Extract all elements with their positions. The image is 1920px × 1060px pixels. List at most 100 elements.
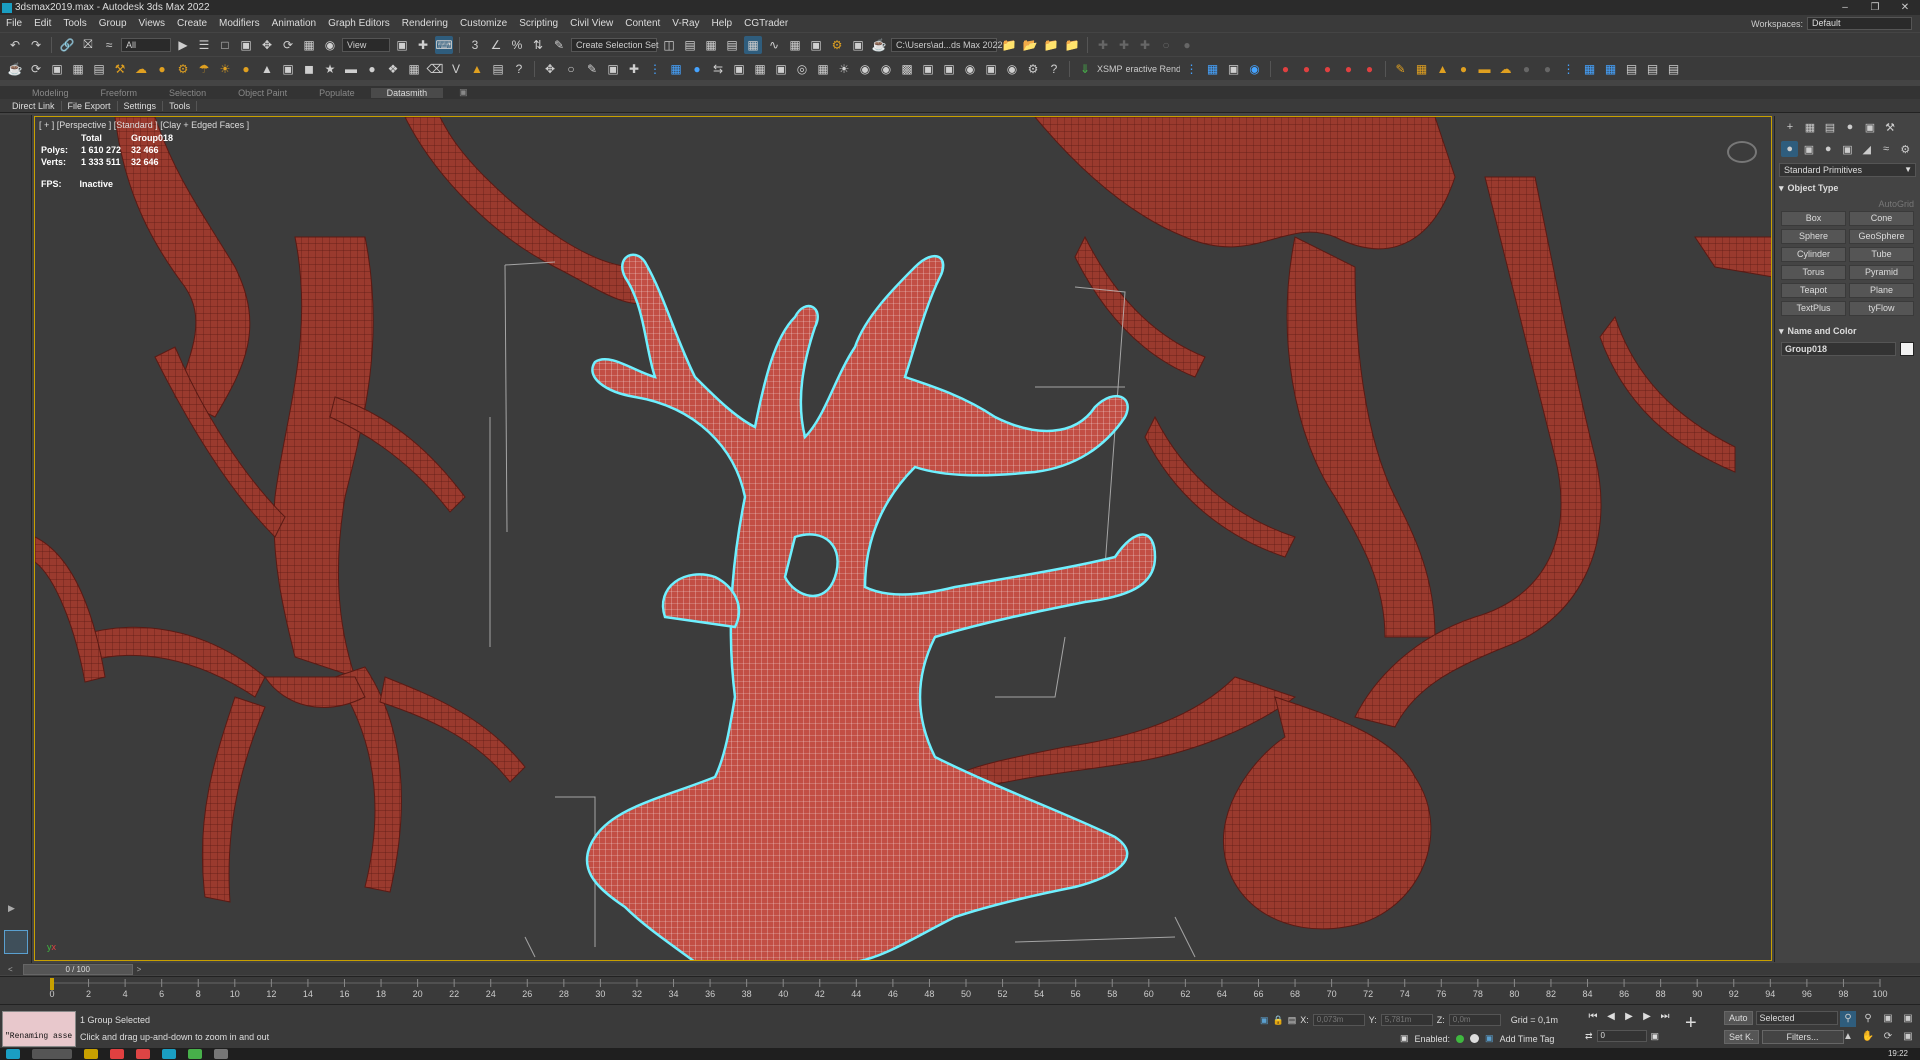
current-frame-marker[interactable] (50, 978, 54, 990)
app-icon[interactable] (214, 1049, 228, 1059)
sphere-button[interactable]: Sphere (1781, 229, 1846, 244)
viewcube-icon[interactable] (1727, 141, 1757, 163)
start-icon[interactable] (6, 1049, 20, 1059)
spacewarps-icon[interactable]: ≈ (1877, 141, 1894, 157)
plane-button[interactable]: Plane (1849, 283, 1914, 298)
bind-spacewarp-icon[interactable]: ≈ (100, 36, 118, 54)
minimize-icon[interactable]: – (1830, 0, 1860, 15)
select-manipulate-icon[interactable]: ✚ (414, 36, 432, 54)
record-icon[interactable]: ● (1277, 60, 1295, 78)
folder-add-icon[interactable]: 📁 (1063, 36, 1081, 54)
spinner-snap-icon[interactable]: ⇅ (529, 36, 547, 54)
teapot-button[interactable]: Teapot (1781, 283, 1846, 298)
geosphere-button[interactable]: GeoSphere (1849, 229, 1914, 244)
menu-animation[interactable]: Animation (266, 18, 322, 29)
ribbon-tab-object-paint[interactable]: Object Paint (222, 88, 303, 98)
isolate-icon[interactable]: ▣ (1260, 1015, 1269, 1026)
camera-icon[interactable]: ▣ (48, 60, 66, 78)
keyboard-shortcut-override-icon[interactable]: ⌨ (435, 35, 453, 54)
ribbon-tab-freeform[interactable]: Freeform (85, 88, 154, 98)
camera-view-icon[interactable]: ◎ (793, 60, 811, 78)
torus-button[interactable]: Torus (1781, 265, 1846, 280)
zoom-extents-icon[interactable]: ▣ (1880, 1011, 1896, 1027)
safe-frame-icon[interactable]: ▣ (940, 60, 958, 78)
name-color-rollout[interactable]: ▾ Name and Color (1779, 324, 1916, 338)
hammer-icon[interactable]: ⚒ (111, 60, 129, 78)
play-icon[interactable]: ▶ (1621, 1011, 1637, 1025)
tool-blue-icon[interactable]: ▦ (1602, 60, 1620, 78)
search-icon[interactable] (32, 1049, 72, 1059)
rendered-frame-window-icon[interactable]: ▣ (849, 36, 867, 54)
lock-icon[interactable]: 🔒 (1273, 1015, 1284, 1026)
slider-prev-icon[interactable]: < (8, 965, 13, 974)
menu-file[interactable]: File (0, 18, 28, 29)
select-object-icon[interactable]: ▶ (174, 36, 192, 54)
omni-light-icon[interactable]: ● (1455, 60, 1473, 78)
ribbon-options-icon[interactable]: ▣ (443, 87, 484, 98)
array-icon[interactable]: ▦ (667, 60, 685, 78)
vray-logo-icon[interactable]: V (447, 60, 465, 78)
light-bulb-icon[interactable]: ● (688, 60, 706, 78)
menu-tools[interactable]: Tools (57, 18, 92, 29)
forest-icon[interactable]: ▲ (468, 60, 486, 78)
record-icon[interactable]: ● (1361, 60, 1379, 78)
material-grid-icon[interactable]: ❖ (384, 60, 402, 78)
geometry-icon[interactable]: ● (1781, 141, 1799, 157)
ribbon-tab-datasmith[interactable]: Datasmith (370, 87, 444, 98)
move-vertices-icon[interactable]: ✥ (541, 60, 559, 78)
perspective-viewport[interactable]: [ + ] [Perspective ] [Standard ] [Clay +… (34, 116, 1772, 961)
direct-link-button[interactable]: Direct Link (6, 100, 62, 111)
chrome-icon[interactable] (110, 1049, 124, 1059)
record-icon[interactable]: ● (1298, 60, 1316, 78)
key-filters-button[interactable]: Filters... (1761, 1030, 1844, 1044)
tube-button[interactable]: Tube (1849, 247, 1914, 262)
pyramid-button[interactable]: Pyramid (1849, 265, 1914, 280)
placement-icon[interactable]: ◉ (321, 36, 339, 54)
curve-editor-icon[interactable]: ∿ (765, 36, 783, 54)
sphere-preview-icon[interactable]: ◉ (961, 60, 979, 78)
film-gate-icon[interactable]: ▣ (982, 60, 1000, 78)
snaps-toggle-icon[interactable]: 3 (466, 36, 484, 54)
uv-icon[interactable]: ▣ (604, 60, 622, 78)
lights-icon[interactable]: ● (1820, 141, 1837, 157)
key-mode-icon[interactable]: ⇄ (1585, 1031, 1593, 1042)
go-to-start-icon[interactable]: ⏮ (1585, 1011, 1601, 1025)
ribbon-tab-selection[interactable]: Selection (153, 88, 222, 98)
tools-button[interactable]: Tools (163, 100, 198, 111)
enabled-indicator-icon[interactable] (1456, 1034, 1465, 1043)
render-region-icon[interactable]: ▣ (772, 60, 790, 78)
motion-tab-icon[interactable]: ● (1841, 119, 1859, 135)
render-grid-icon[interactable]: ⋮ (1183, 60, 1201, 78)
gear-light-icon[interactable]: ⚙ (174, 60, 192, 78)
link-icon[interactable]: 🔗 (58, 36, 76, 54)
lamp-icon[interactable]: ● (237, 60, 255, 78)
undo-icon[interactable]: ↶ (6, 36, 24, 54)
toggle-scene-explorer-icon[interactable]: ▦ (702, 36, 720, 54)
material-editor-icon[interactable]: ▣ (807, 36, 825, 54)
add-time-tag-button[interactable]: Add Time Tag (1500, 1034, 1555, 1044)
shapes-icon[interactable]: ▣ (1800, 141, 1817, 157)
select-rotate-icon[interactable]: ⟳ (279, 36, 297, 54)
time-slider-thumb[interactable]: 0 / 100 (22, 963, 133, 975)
render-stop-icon[interactable]: ▣ (1225, 60, 1243, 78)
cylinder-button[interactable]: Cylinder (1781, 247, 1846, 262)
zoom-icon[interactable]: ⚲ (1840, 1011, 1856, 1027)
toggle-ribbon-icon[interactable]: ▦ (744, 35, 762, 54)
pivot-center-icon[interactable]: ▣ (393, 36, 411, 54)
cameras-icon[interactable]: ▣ (1839, 141, 1856, 157)
adaptive-degradation-icon[interactable]: ▣ (1400, 1033, 1409, 1044)
redo-icon[interactable]: ↷ (27, 36, 45, 54)
menu-civil-view[interactable]: Civil View (564, 18, 619, 29)
settings-wheel-icon[interactable]: ⚙ (1024, 60, 1042, 78)
select-move-icon[interactable]: ✥ (258, 36, 276, 54)
unwrap-icon[interactable]: ▣ (730, 60, 748, 78)
menu-rendering[interactable]: Rendering (396, 18, 454, 29)
scatter-icon[interactable]: ⋮ (646, 60, 664, 78)
reference-coordinate-select[interactable]: View (342, 37, 390, 52)
systems-icon[interactable]: ⚙ (1897, 141, 1914, 157)
window-crossing-icon[interactable]: ▣ (237, 36, 255, 54)
rotate-object-icon[interactable]: ⟳ (27, 60, 45, 78)
menu-vray[interactable]: V-Ray (666, 18, 705, 29)
help-icon[interactable]: ? (1045, 60, 1063, 78)
project-folder-icon[interactable]: 📁 (1000, 36, 1018, 54)
